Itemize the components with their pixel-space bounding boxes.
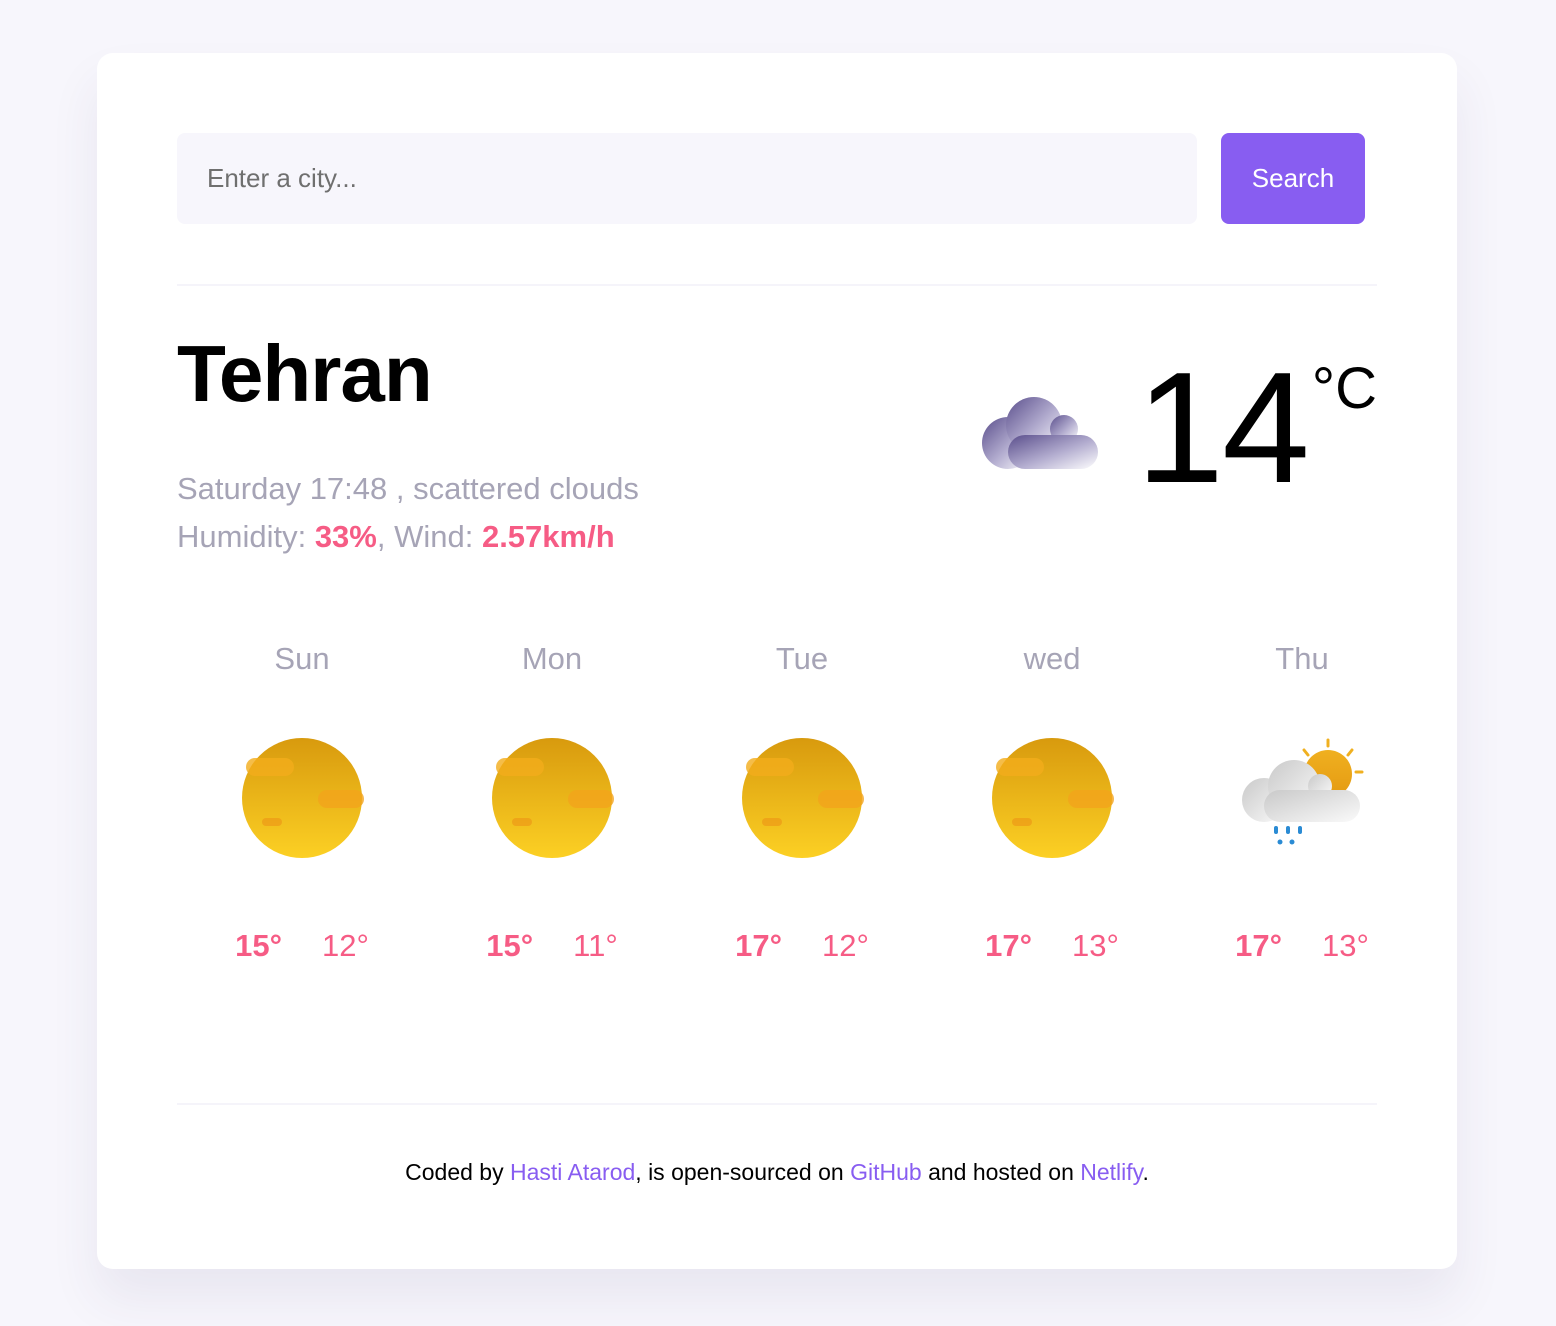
footer-hosted: and hosted on [921, 1159, 1081, 1185]
sun-icon [992, 738, 1114, 858]
city-search-input[interactable] [177, 133, 1197, 224]
forecast-min-temp: 11° [573, 928, 618, 963]
city-name: Tehran [177, 329, 433, 418]
sun-icon [242, 738, 364, 858]
forecast-min-temp: 12° [822, 928, 869, 963]
forecast-day-name: Tue [775, 641, 829, 676]
weather-description: scattered clouds [413, 471, 639, 506]
humidity-wind-line: Humidity: 33%, Wind: 2.57km/h [177, 513, 639, 561]
forecast-temps: 15° 11° [486, 928, 617, 964]
search-button[interactable]: Search [1221, 133, 1365, 224]
forecast-day: Mon 15° 11° [427, 636, 677, 964]
search-form: Search [177, 133, 1365, 224]
forecast-max-temp: 15° [486, 928, 534, 963]
date-description-line: Saturday 17:48 , scattered clouds [177, 465, 639, 513]
humidity-value: 33% [314, 519, 377, 554]
forecast-day-name: Mon [521, 641, 583, 676]
forecast-temps: 17° 13° [985, 928, 1119, 964]
forecast: Sun 15° 12° Mon 15° 11° Tue 17° 12° wed … [177, 636, 1427, 964]
forecast-day-name: wed [1023, 641, 1081, 676]
current-temperature: 14 °C [980, 343, 1377, 513]
forecast-day-name: Sun [274, 641, 330, 676]
github-link[interactable]: GitHub [850, 1159, 922, 1185]
forecast-max-temp: 17° [735, 928, 782, 963]
temperature-unit: °C [1311, 356, 1377, 421]
sun-icon [492, 738, 614, 858]
forecast-day-name: Thu [1275, 641, 1329, 676]
separator: , [387, 471, 414, 506]
wind-value: 2.57km/h [481, 519, 615, 554]
wind-label: , Wind: [376, 519, 482, 554]
footer: Coded by Hasti Atarod, is open-sourced o… [97, 1159, 1457, 1186]
day-time: Saturday 17:48 [177, 471, 388, 506]
footer-middle: , is open-sourced on [635, 1159, 851, 1185]
footer-suffix: . [1142, 1159, 1149, 1185]
forecast-min-temp: 13° [1072, 928, 1119, 963]
sun-icon [742, 738, 864, 858]
current-details: Saturday 17:48 , scattered clouds Humidi… [177, 465, 639, 561]
forecast-day: Tue 17° 12° [677, 636, 927, 964]
author-link[interactable]: Hasti Atarod [510, 1159, 635, 1185]
forecast-temps: 17° 13° [1235, 928, 1369, 964]
header-divider [177, 284, 1377, 286]
forecast-max-temp: 17° [985, 928, 1032, 963]
forecast-min-temp: 12° [322, 928, 369, 963]
weather-app-card: Search Tehran Saturday 17:48 , scattered… [97, 53, 1457, 1269]
forecast-min-temp: 13° [1322, 928, 1369, 963]
sun-cloud-rain-icon [1242, 738, 1364, 845]
forecast-day: Thu 17° 13° [1177, 636, 1427, 964]
forecast-max-temp: 15° [235, 928, 282, 963]
forecast-max-temp: 17° [1235, 928, 1282, 963]
humidity-label: Humidity: [177, 519, 315, 554]
netlify-link[interactable]: Netlify [1080, 1159, 1142, 1185]
forecast-temps: 17° 12° [735, 928, 869, 964]
forecast-day: wed 17° 13° [927, 636, 1177, 964]
temperature-value: 14 [1136, 340, 1310, 516]
forecast-day: Sun 15° 12° [177, 636, 427, 964]
forecast-temps: 15° 12° [235, 928, 369, 964]
footer-divider [177, 1103, 1377, 1105]
footer-prefix: Coded by [405, 1159, 510, 1185]
scattered-clouds-icon [982, 397, 1099, 469]
